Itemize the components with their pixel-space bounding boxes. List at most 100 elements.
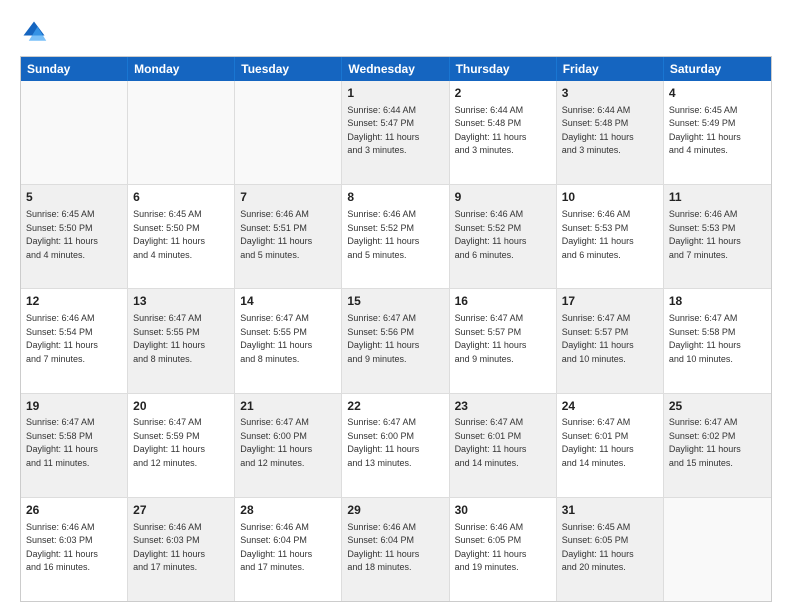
day-number: 26: [26, 502, 122, 519]
calendar-cell-day-4: 4 Sunrise: 6:45 AM Sunset: 5:49 PM Daylig…: [664, 81, 771, 184]
day-number: 13: [133, 293, 229, 310]
cell-info: Sunrise: 6:46 AM Sunset: 6:04 PM Dayligh…: [240, 521, 336, 575]
calendar-cell-day-27: 27Sunrise: 6:46 AM Sunset: 6:03 PM Dayli…: [128, 498, 235, 601]
calendar-cell-empty: [128, 81, 235, 184]
logo: [20, 18, 52, 46]
day-number: 5: [26, 189, 122, 206]
day-number: 24: [562, 398, 658, 415]
day-number: 14: [240, 293, 336, 310]
cell-info: Sunrise: 6:46 AM Sunset: 6:04 PM Dayligh…: [347, 521, 443, 575]
weekday-header-monday: Monday: [128, 57, 235, 81]
page: SundayMondayTuesdayWednesdayThursdayFrid…: [0, 0, 792, 612]
day-number: 3: [562, 85, 658, 102]
day-number: 19: [26, 398, 122, 415]
day-number: 8: [347, 189, 443, 206]
calendar-cell-day-19: 19Sunrise: 6:47 AM Sunset: 5:58 PM Dayli…: [21, 394, 128, 497]
cell-info: Sunrise: 6:46 AM Sunset: 5:54 PM Dayligh…: [26, 312, 122, 366]
calendar-cell-day-28: 28Sunrise: 6:46 AM Sunset: 6:04 PM Dayli…: [235, 498, 342, 601]
weekday-header-friday: Friday: [557, 57, 664, 81]
calendar-cell-day-8: 8 Sunrise: 6:46 AM Sunset: 5:52 PM Daylig…: [342, 185, 449, 288]
calendar-cell-day-26: 26 Sunrise: 6:46 AM Sunset: 6:03 PM Dayli…: [21, 498, 128, 601]
weekday-header-thursday: Thursday: [450, 57, 557, 81]
calendar-cell-day-11: 11Sunrise: 6:46 AM Sunset: 5:53 PM Dayli…: [664, 185, 771, 288]
day-number: 7: [240, 189, 336, 206]
day-number: 10: [562, 189, 658, 206]
cell-info: Sunrise: 6:47 AM Sunset: 5:56 PM Dayligh…: [347, 312, 443, 366]
calendar-row-4: 19Sunrise: 6:47 AM Sunset: 5:58 PM Dayli…: [21, 394, 771, 498]
day-number: 22: [347, 398, 443, 415]
cell-info: Sunrise: 6:46 AM Sunset: 5:51 PM Dayligh…: [240, 208, 336, 262]
cell-info: Sunrise: 6:47 AM Sunset: 5:59 PM Dayligh…: [133, 416, 229, 470]
weekday-header-tuesday: Tuesday: [235, 57, 342, 81]
calendar-cell-day-12: 12Sunrise: 6:46 AM Sunset: 5:54 PM Dayli…: [21, 289, 128, 392]
day-number: 16: [455, 293, 551, 310]
day-number: 27: [133, 502, 229, 519]
calendar-cell-day-29: 29 Sunrise: 6:46 AM Sunset: 6:04 PM Dayli…: [342, 498, 449, 601]
cell-info: Sunrise: 6:46 AM Sunset: 5:52 PM Dayligh…: [347, 208, 443, 262]
calendar-cell-day-10: 10Sunrise: 6:46 AM Sunset: 5:53 PM Dayli…: [557, 185, 664, 288]
calendar-cell-day-30: 30 Sunrise: 6:46 AM Sunset: 6:05 PM Dayli…: [450, 498, 557, 601]
calendar-cell-day-13: 13 Sunrise: 6:47 AM Sunset: 5:55 PM Dayli…: [128, 289, 235, 392]
cell-info: Sunrise: 6:47 AM Sunset: 6:01 PM Dayligh…: [455, 416, 551, 470]
calendar-cell-day-23: 23Sunrise: 6:47 AM Sunset: 6:01 PM Dayli…: [450, 394, 557, 497]
cell-info: Sunrise: 6:47 AM Sunset: 5:58 PM Dayligh…: [26, 416, 122, 470]
calendar-cell-day-9: 9 Sunrise: 6:46 AM Sunset: 5:52 PM Daylig…: [450, 185, 557, 288]
cell-info: Sunrise: 6:45 AM Sunset: 5:50 PM Dayligh…: [133, 208, 229, 262]
calendar-cell-day-15: 15 Sunrise: 6:47 AM Sunset: 5:56 PM Dayli…: [342, 289, 449, 392]
cell-info: Sunrise: 6:46 AM Sunset: 5:52 PM Dayligh…: [455, 208, 551, 262]
cell-info: Sunrise: 6:47 AM Sunset: 5:57 PM Dayligh…: [562, 312, 658, 366]
cell-info: Sunrise: 6:47 AM Sunset: 6:02 PM Dayligh…: [669, 416, 766, 470]
cell-info: Sunrise: 6:45 AM Sunset: 5:50 PM Dayligh…: [26, 208, 122, 262]
weekday-header-sunday: Sunday: [21, 57, 128, 81]
calendar-cell-day-25: 25Sunrise: 6:47 AM Sunset: 6:02 PM Dayli…: [664, 394, 771, 497]
cell-info: Sunrise: 6:45 AM Sunset: 5:49 PM Dayligh…: [669, 104, 766, 158]
calendar-cell-day-14: 14Sunrise: 6:47 AM Sunset: 5:55 PM Dayli…: [235, 289, 342, 392]
header: [20, 18, 772, 46]
weekday-header-wednesday: Wednesday: [342, 57, 449, 81]
day-number: 30: [455, 502, 551, 519]
cell-info: Sunrise: 6:47 AM Sunset: 6:00 PM Dayligh…: [347, 416, 443, 470]
day-number: 20: [133, 398, 229, 415]
cell-info: Sunrise: 6:47 AM Sunset: 6:00 PM Dayligh…: [240, 416, 336, 470]
day-number: 4: [669, 85, 766, 102]
calendar-cell-day-22: 22Sunrise: 6:47 AM Sunset: 6:00 PM Dayli…: [342, 394, 449, 497]
day-number: 17: [562, 293, 658, 310]
cell-info: Sunrise: 6:46 AM Sunset: 6:05 PM Dayligh…: [455, 521, 551, 575]
day-number: 11: [669, 189, 766, 206]
calendar-cell-day-7: 7 Sunrise: 6:46 AM Sunset: 5:51 PM Daylig…: [235, 185, 342, 288]
day-number: 31: [562, 502, 658, 519]
day-number: 21: [240, 398, 336, 415]
day-number: 6: [133, 189, 229, 206]
day-number: 2: [455, 85, 551, 102]
day-number: 1: [347, 85, 443, 102]
calendar-row-2: 5 Sunrise: 6:45 AM Sunset: 5:50 PM Daylig…: [21, 185, 771, 289]
cell-info: Sunrise: 6:47 AM Sunset: 6:01 PM Dayligh…: [562, 416, 658, 470]
calendar-cell-day-16: 16 Sunrise: 6:47 AM Sunset: 5:57 PM Dayli…: [450, 289, 557, 392]
calendar-row-5: 26 Sunrise: 6:46 AM Sunset: 6:03 PM Dayli…: [21, 498, 771, 601]
calendar-cell-day-24: 24Sunrise: 6:47 AM Sunset: 6:01 PM Dayli…: [557, 394, 664, 497]
cell-info: Sunrise: 6:46 AM Sunset: 6:03 PM Dayligh…: [26, 521, 122, 575]
calendar-cell-day-5: 5 Sunrise: 6:45 AM Sunset: 5:50 PM Daylig…: [21, 185, 128, 288]
cell-info: Sunrise: 6:47 AM Sunset: 5:58 PM Dayligh…: [669, 312, 766, 366]
weekday-header-saturday: Saturday: [664, 57, 771, 81]
calendar-body: 1 Sunrise: 6:44 AM Sunset: 5:47 PM Daylig…: [21, 81, 771, 601]
calendar-cell-empty: [664, 498, 771, 601]
calendar-header: SundayMondayTuesdayWednesdayThursdayFrid…: [21, 57, 771, 81]
day-number: 25: [669, 398, 766, 415]
cell-info: Sunrise: 6:45 AM Sunset: 6:05 PM Dayligh…: [562, 521, 658, 575]
calendar-cell-day-31: 31 Sunrise: 6:45 AM Sunset: 6:05 PM Dayli…: [557, 498, 664, 601]
calendar-cell-day-3: 3Sunrise: 6:44 AM Sunset: 5:48 PM Daylig…: [557, 81, 664, 184]
cell-info: Sunrise: 6:47 AM Sunset: 5:55 PM Dayligh…: [133, 312, 229, 366]
day-number: 15: [347, 293, 443, 310]
calendar-cell-day-20: 20Sunrise: 6:47 AM Sunset: 5:59 PM Dayli…: [128, 394, 235, 497]
calendar-cell-empty: [235, 81, 342, 184]
logo-icon: [20, 18, 48, 46]
cell-info: Sunrise: 6:44 AM Sunset: 5:47 PM Dayligh…: [347, 104, 443, 158]
cell-info: Sunrise: 6:44 AM Sunset: 5:48 PM Dayligh…: [455, 104, 551, 158]
calendar-row-1: 1 Sunrise: 6:44 AM Sunset: 5:47 PM Daylig…: [21, 81, 771, 185]
day-number: 29: [347, 502, 443, 519]
cell-info: Sunrise: 6:47 AM Sunset: 5:57 PM Dayligh…: [455, 312, 551, 366]
day-number: 9: [455, 189, 551, 206]
calendar-row-3: 12Sunrise: 6:46 AM Sunset: 5:54 PM Dayli…: [21, 289, 771, 393]
calendar-cell-day-21: 21Sunrise: 6:47 AM Sunset: 6:00 PM Dayli…: [235, 394, 342, 497]
